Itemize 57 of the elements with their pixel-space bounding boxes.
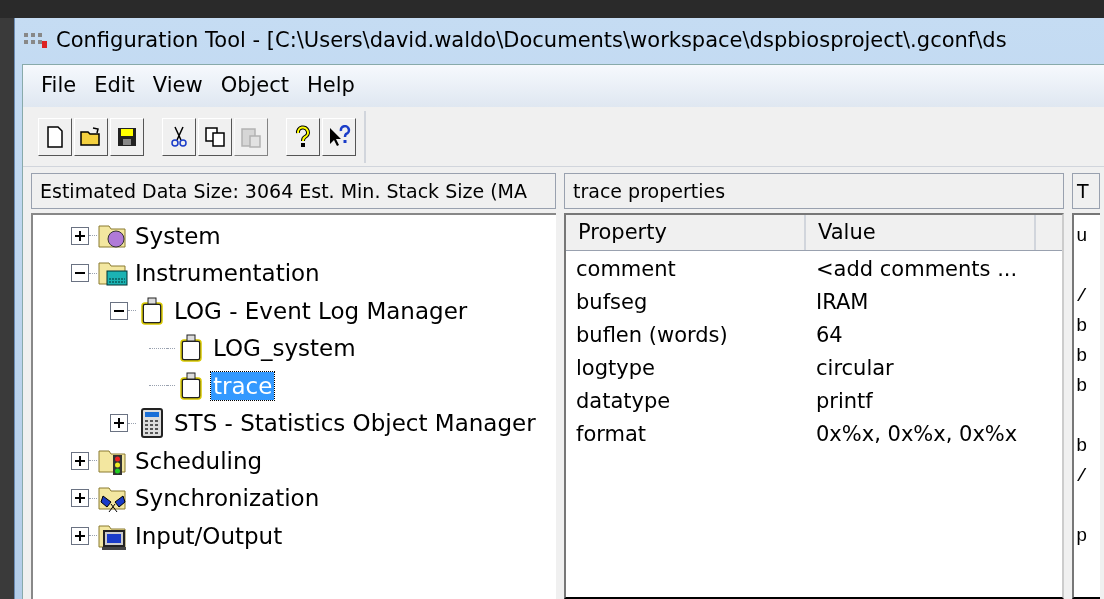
menu-item[interactable]: View	[146, 70, 209, 102]
property-name: format	[575, 420, 648, 448]
expand-toggle[interactable]	[71, 526, 89, 545]
panel-title: trace properties	[564, 173, 1064, 209]
property-value: 64	[815, 321, 844, 349]
property-name: bufseg	[575, 288, 649, 316]
menu-item[interactable]: File	[35, 70, 83, 102]
code-line: p	[1076, 524, 1089, 549]
property-value: <add comments ...	[815, 255, 1019, 283]
window-title: Configuration Tool - [C:\Users\david.waldo\Documents\workspace\dspbiosproject\.gconf\ds	[56, 27, 1007, 55]
folder-icon	[79, 124, 103, 149]
code-line: /	[1076, 464, 1089, 489]
toolbar-button[interactable]	[322, 117, 356, 156]
tree-item[interactable]: LOG - Event Log Manager	[172, 296, 470, 325]
toolbar-button[interactable]	[74, 117, 108, 156]
code-line: b	[1076, 314, 1089, 339]
collapse-toggle[interactable]	[110, 301, 128, 320]
property-value: printf	[815, 387, 874, 415]
expand-toggle[interactable]	[110, 414, 128, 433]
copy-icon	[203, 124, 227, 149]
toolbar-button[interactable]	[286, 117, 320, 156]
collapse-toggle[interactable]	[71, 264, 89, 283]
toolbar-button[interactable]	[162, 117, 196, 156]
pointer-question-icon	[327, 124, 351, 149]
status-panel: Estimated Data Size: 3064 Est. Min. Stack Size (MA	[31, 173, 556, 209]
property-value: IRAM	[815, 288, 870, 316]
tree-item[interactable]: Scheduling	[133, 446, 265, 475]
app-icon	[22, 31, 48, 51]
expand-toggle[interactable]	[71, 451, 89, 470]
property-name: logtype	[575, 354, 656, 382]
panel-title: T	[1072, 173, 1100, 209]
property-name: buflen (words)	[575, 321, 729, 349]
code-line: b	[1076, 374, 1089, 399]
toolbar-button[interactable]	[110, 117, 144, 156]
tree-item[interactable]: Input/Output	[133, 521, 285, 550]
tree-item[interactable]: LOG_system	[211, 334, 358, 363]
expand-toggle[interactable]	[71, 489, 89, 508]
code-line: /	[1076, 284, 1089, 309]
code-line: b	[1076, 344, 1089, 369]
code-line: u	[1076, 224, 1089, 249]
property-value: circular	[815, 354, 895, 382]
toolbar-button[interactable]	[198, 117, 232, 156]
tree-item[interactable]: Instrumentation	[133, 259, 322, 288]
tree-item[interactable]: Synchronization	[133, 484, 322, 513]
column-header[interactable]: Value	[806, 215, 1036, 250]
tree-item[interactable]: STS - Statistics Object Manager	[172, 409, 538, 438]
code-line: b	[1076, 434, 1089, 459]
property-value: 0x%x, 0x%x, 0x%x	[815, 420, 1019, 448]
expand-toggle[interactable]	[71, 226, 89, 245]
column-header[interactable]: Property	[566, 215, 806, 250]
property-name: comment	[575, 255, 677, 283]
menu-item[interactable]: Edit	[88, 70, 141, 102]
tree-item[interactable]: System	[133, 221, 223, 250]
menu-item[interactable]: Object	[214, 70, 296, 102]
menu-item[interactable]: Help	[301, 70, 361, 102]
property-name: datatype	[575, 387, 672, 415]
toolbar-button[interactable]	[38, 117, 72, 156]
